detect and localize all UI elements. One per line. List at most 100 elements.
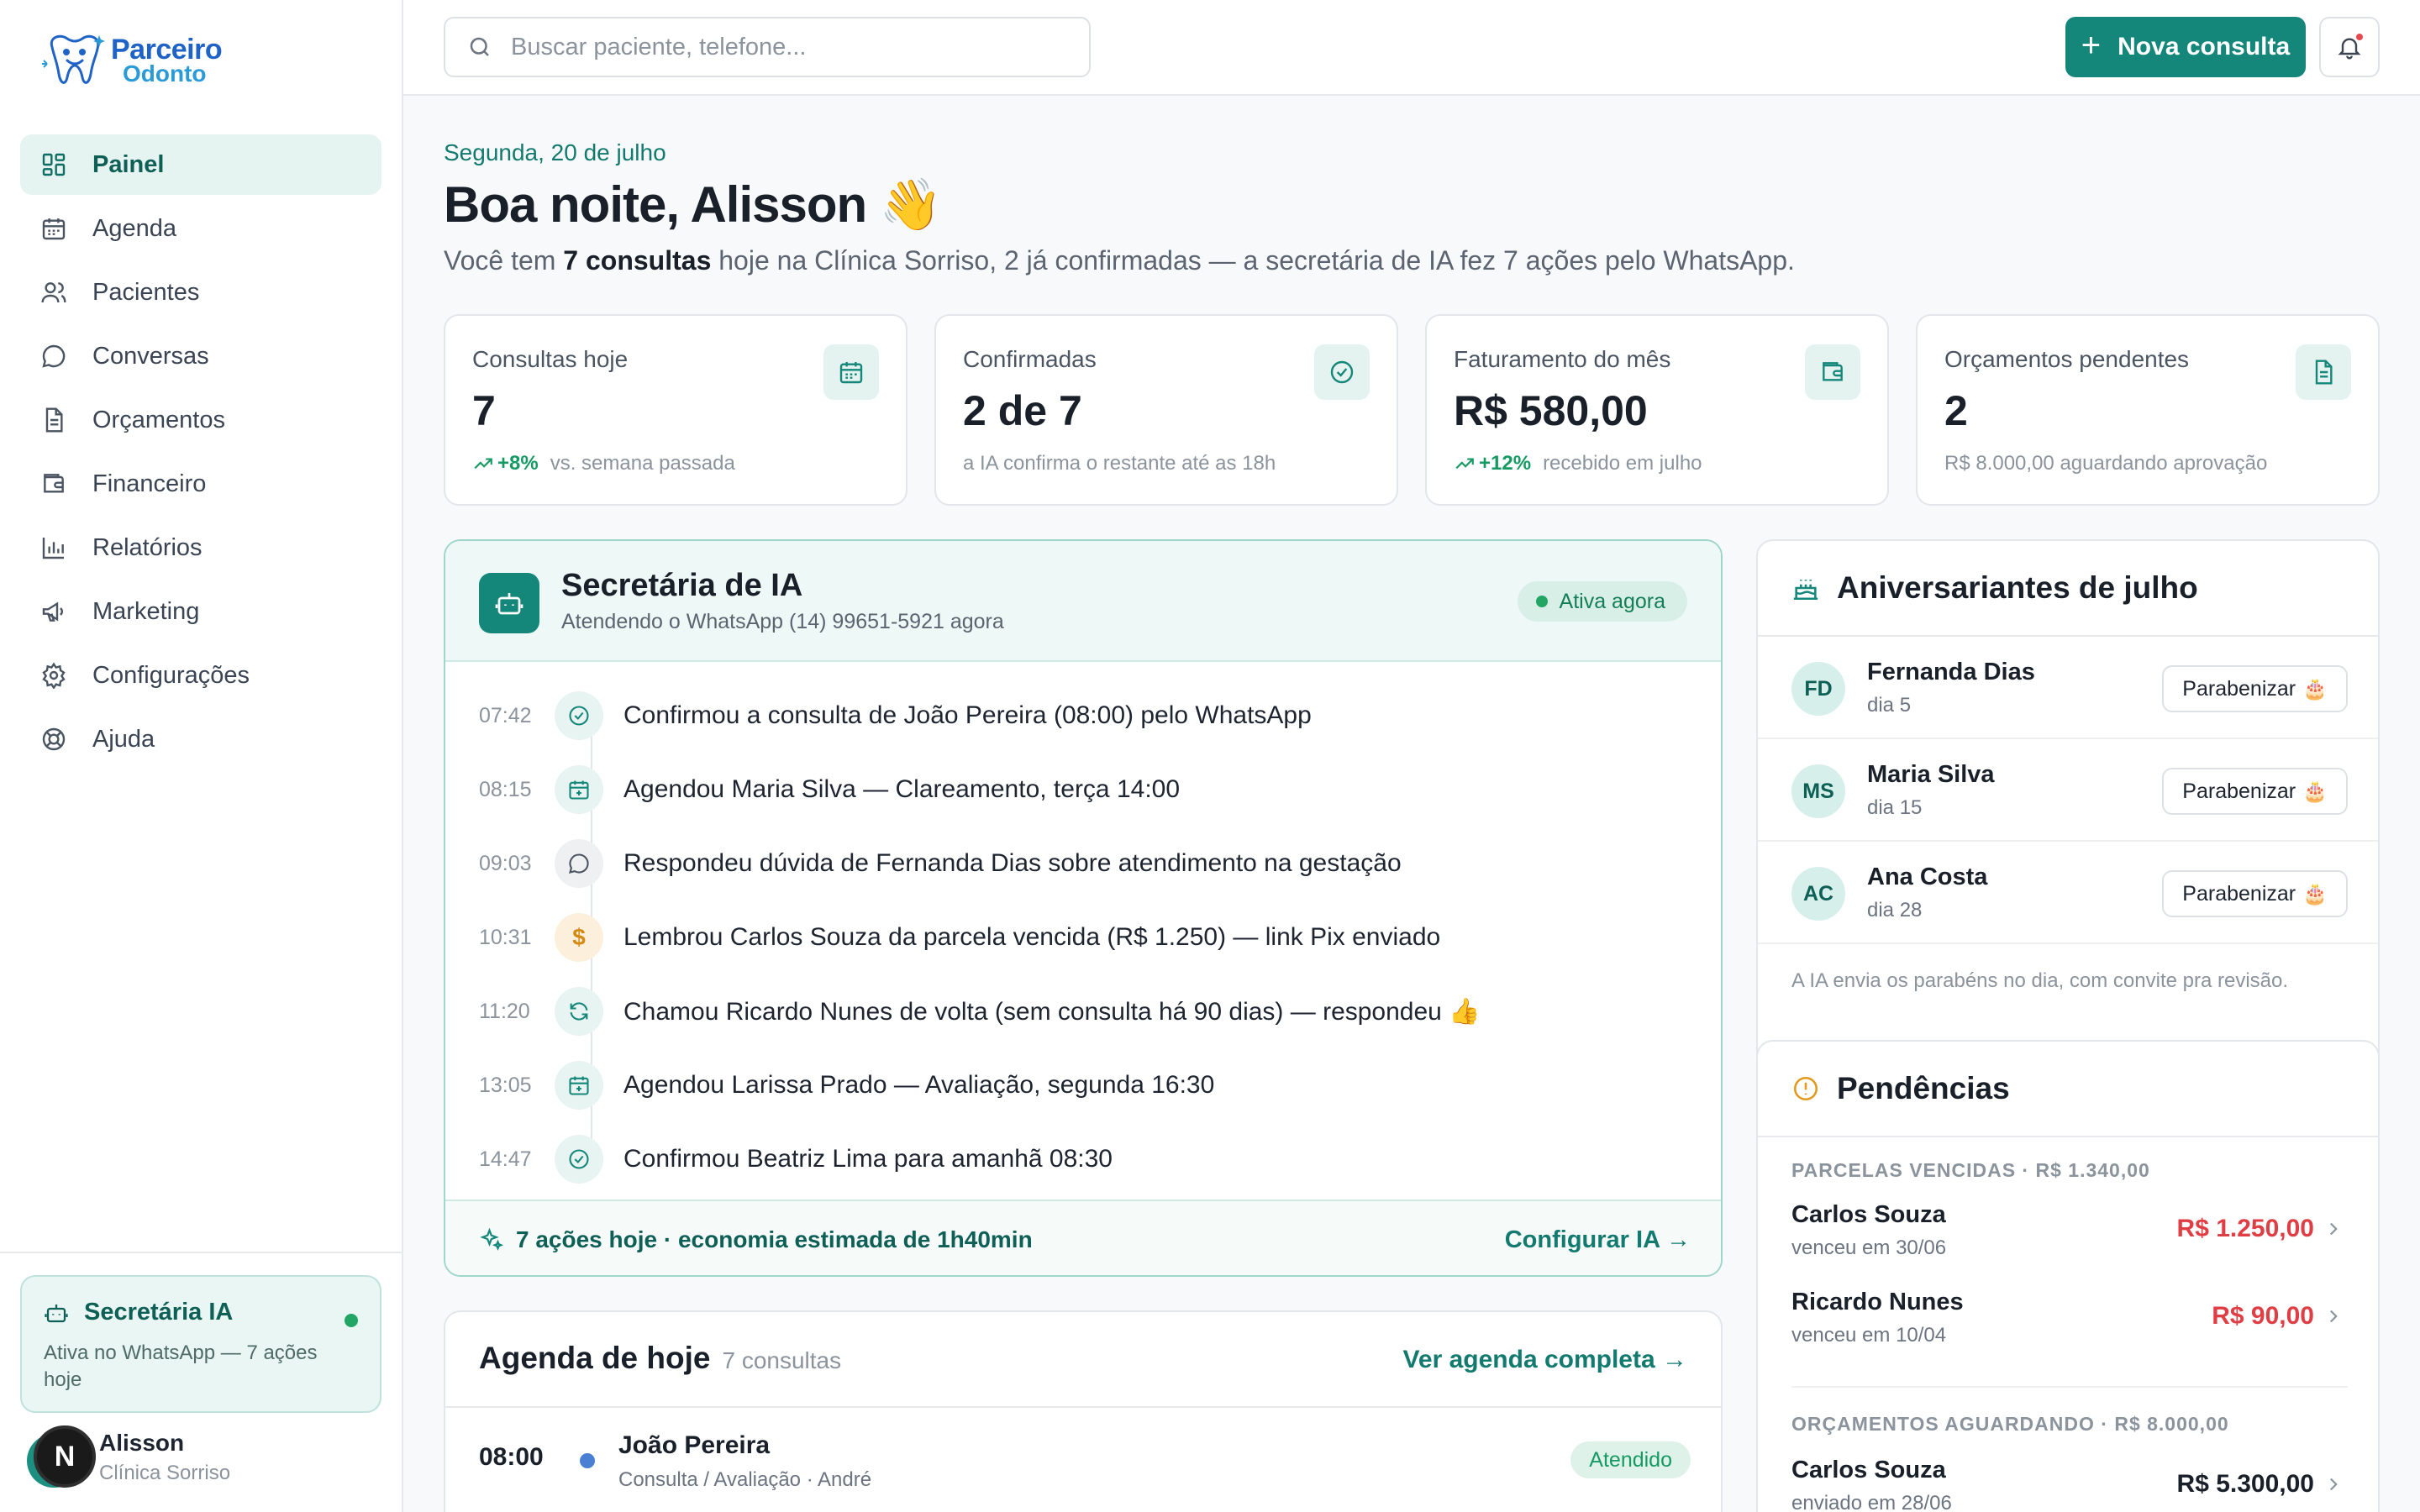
plus-icon: + <box>2081 26 2102 64</box>
sidebar-item-configuracoes[interactable]: Configurações <box>20 645 381 706</box>
pending-item[interactable]: Carlos Souza enviado em 28/06 R$ 5.300,0… <box>1791 1457 2348 1512</box>
search-box[interactable] <box>444 17 1091 77</box>
sidebar-item-painel[interactable]: Painel <box>20 134 381 195</box>
amount: R$ 5.300,00 <box>2176 1470 2314 1498</box>
brand-name: Parceiro <box>111 34 223 66</box>
timeline-item[interactable]: 08:15 Agendou Maria Silva — Clareamento,… <box>445 753 1721 827</box>
sidebar-item-conversas[interactable]: Conversas <box>20 326 381 386</box>
sidebar-footer: Secretária IA Ativa no WhatsApp — 7 açõe… <box>0 1252 403 1512</box>
configure-ia-link[interactable]: Configurar IA → <box>1505 1226 1691 1254</box>
tooth-logo-icon <box>42 34 105 84</box>
pending-item[interactable]: Ricardo Nunes venceu em 10/04 R$ 90,00 <box>1791 1289 2348 1373</box>
user-profile[interactable]: N Alisson Clínica Sorriso <box>25 1425 230 1489</box>
sidebar-item-financeiro[interactable]: Financeiro <box>20 454 381 514</box>
stat-label: Confirmadas <box>963 346 1097 372</box>
sidebar-item-agenda[interactable]: Agenda <box>20 198 381 259</box>
patient-name: Fernanda Dias <box>1867 659 2035 685</box>
stat-icon-box <box>2296 344 2351 400</box>
divider <box>1791 1386 2348 1388</box>
calendar-icon <box>839 362 863 384</box>
sidebar-ia-title: Secretária IA <box>84 1299 234 1326</box>
timeline-item[interactable]: 13:05 Agendou Larissa Prado — Avaliação,… <box>445 1048 1721 1122</box>
document-icon <box>45 407 63 433</box>
trend-up: +8% <box>472 452 539 475</box>
lifebuoy-icon <box>42 727 66 751</box>
due-date: venceu em 10/04 <box>1791 1324 1947 1347</box>
brand-logo[interactable]: Parceiro Odonto <box>40 30 223 91</box>
sidebar-item-label: Financeiro <box>92 470 207 497</box>
calendar-plus-icon <box>569 1076 589 1095</box>
chevron-right-icon <box>2329 1310 2338 1323</box>
sidebar-item-label: Agenda <box>92 214 176 242</box>
stat-card-faturamento[interactable]: Faturamento do mês R$ 580,00 +12% recebi… <box>1425 314 1889 506</box>
sidebar-item-marketing[interactable]: Marketing <box>20 581 381 642</box>
timeline-item[interactable]: 09:03 Respondeu dúvida de Fernanda Dias … <box>445 827 1721 900</box>
stat-card-consultas-hoje[interactable]: Consultas hoje 7 +8% vs. semana passada <box>444 314 908 506</box>
birthdays-footer-note: A IA envia os parabéns no dia, com convi… <box>1791 969 2289 992</box>
stat-card-orcamentos[interactable]: Orçamentos pendentes 2 R$ 8.000,00 aguar… <box>1916 314 2380 506</box>
avatar: FD <box>1791 662 1845 716</box>
sidebar-item-relatorios[interactable]: Relatórios <box>20 517 381 578</box>
chevron-right-icon <box>2329 1222 2338 1236</box>
users-icon <box>41 282 66 303</box>
alert-circle-icon <box>1793 1076 1818 1101</box>
page-title: Boa noite, Alisson 👋 <box>444 176 943 233</box>
sidebar-item-ajuda[interactable]: Ajuda <box>20 709 381 769</box>
new-appointment-button[interactable]: + Nova consulta <box>2065 17 2306 77</box>
timeline-item[interactable]: 14:47 Confirmou Beatriz Lima para amanhã… <box>445 1122 1721 1196</box>
sidebar-ia-status-card[interactable]: Secretária IA Ativa no WhatsApp — 7 açõe… <box>20 1275 381 1413</box>
sidebar-item-label: Relatórios <box>92 533 203 561</box>
trend-up: +12% <box>1454 452 1531 475</box>
event-text: Confirmou Beatriz Lima para amanhã 08:30 <box>623 1145 1113 1173</box>
trend-up-icon <box>474 458 492 470</box>
event-text: Agendou Maria Silva — Clareamento, terça… <box>623 775 1181 803</box>
congratulate-button[interactable]: Parabenizar 🎂 <box>2162 665 2348 712</box>
section-header: PARCELAS VENCIDAS · R$ 1.340,00 <box>1791 1159 2150 1181</box>
robot-icon <box>495 593 523 615</box>
stat-card-confirmadas[interactable]: Confirmadas 2 de 7 a IA confirma o resta… <box>934 314 1398 506</box>
calendar-icon <box>42 218 66 240</box>
event-time: 07:42 <box>479 703 532 727</box>
pending-header: Pendências <box>1758 1042 2378 1137</box>
timeline-item[interactable]: 10:31 $ Lembrou Carlos Souza da parcela … <box>445 900 1721 974</box>
search-icon <box>470 37 489 56</box>
sidebar-item-pacientes[interactable]: Pacientes <box>20 262 381 323</box>
sidebar-nav: Painel Agenda Pacientes Conversas Orçame… <box>20 134 381 773</box>
ia-panel-subtitle: Atendendo o WhatsApp (14) 99651-5921 ago… <box>561 610 1004 633</box>
congratulate-button[interactable]: Parabenizar 🎂 <box>2162 870 2348 917</box>
stat-value: 2 de 7 <box>963 387 1082 434</box>
ia-activity-timeline: 07:42 Confirmou a consulta de João Perei… <box>445 662 1721 1200</box>
birthdays-panel: Aniversariantes de julho FD Fernanda Dia… <box>1756 539 2380 1102</box>
document-icon <box>2315 360 2333 385</box>
topbar: + Nova consulta <box>403 0 2420 96</box>
appointment-row[interactable]: 08:00 João Pereira Consulta / Avaliação … <box>445 1408 1721 1509</box>
congratulate-button[interactable]: Parabenizar 🎂 <box>2162 768 2348 815</box>
event-time: 13:05 <box>479 1073 532 1097</box>
current-date: Segunda, 20 de julho <box>444 139 666 165</box>
appointment-time: 08:00 <box>479 1443 544 1471</box>
event-time: 10:31 <box>479 925 532 949</box>
amount: R$ 1.250,00 <box>2176 1215 2314 1242</box>
timeline-item[interactable]: 11:20 Chamou Ricardo Nunes de volta (sem… <box>445 974 1721 1048</box>
search-input[interactable] <box>511 33 1082 61</box>
agenda-title: Agenda de hoje 7 consultas <box>479 1341 842 1375</box>
sidebar-item-label: Marketing <box>92 597 200 625</box>
birthday-item: AC Ana Costa dia 28 Parabenizar 🎂 <box>1758 842 2378 944</box>
stat-icon-box <box>1805 344 1860 400</box>
calendar-plus-icon <box>569 780 589 800</box>
timeline-item[interactable]: 07:42 Confirmou a consulta de João Perei… <box>445 679 1721 753</box>
avatar: MS <box>1791 764 1845 818</box>
robot-icon-box <box>479 573 539 633</box>
sidebar-item-orcamentos[interactable]: Orçamentos <box>20 390 381 450</box>
check-circle-icon <box>569 706 589 726</box>
stat-value: R$ 580,00 <box>1454 387 1648 434</box>
wallet-icon <box>1823 362 1843 381</box>
check-circle-icon <box>569 1149 589 1169</box>
view-full-agenda-link[interactable]: Ver agenda completa → <box>1403 1346 1687 1374</box>
notifications-button[interactable] <box>2319 17 2380 77</box>
patient-name: Maria Silva <box>1867 761 1995 788</box>
event-time: 09:03 <box>479 851 532 875</box>
refresh-icon <box>570 1002 588 1021</box>
pending-title: Pendências <box>1837 1071 2010 1105</box>
pending-item[interactable]: Carlos Souza venceu em 30/06 R$ 1.250,00 <box>1791 1201 2348 1285</box>
